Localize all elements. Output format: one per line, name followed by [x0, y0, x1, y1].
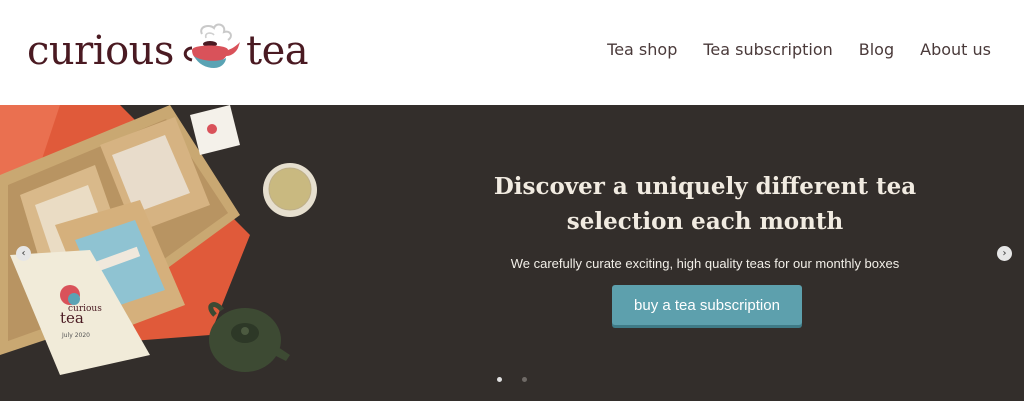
carousel-dot-1[interactable]: [497, 377, 502, 382]
logo-word-curious: curious: [27, 28, 174, 74]
teapot-icon: [183, 23, 240, 68]
packet-name-label: tea: [60, 309, 84, 327]
carousel-next-button[interactable]: ›: [997, 246, 1012, 261]
hero-heading: Discover a uniquely different tea select…: [470, 169, 940, 239]
chevron-right-icon: ›: [1002, 247, 1007, 259]
chevron-left-icon: ‹: [21, 247, 26, 259]
hero-product-photo: curious tea July 2020: [0, 105, 317, 375]
nav-tea-shop[interactable]: Tea shop: [607, 40, 677, 59]
site-header: curious tea Tea shop Tea subscription Bl…: [0, 0, 1024, 105]
carousel-dots: [497, 377, 527, 382]
hero-heading-line-1: Discover a uniquely different tea: [493, 173, 917, 200]
hero-carousel: curious tea July 2020 ‹ › Discover a uni…: [0, 105, 1024, 401]
carousel-prev-button[interactable]: ‹: [16, 246, 31, 261]
carousel-dot-2[interactable]: [522, 377, 527, 382]
hero-heading-line-2: selection each month: [566, 208, 844, 235]
buy-subscription-button[interactable]: buy a tea subscription: [612, 285, 802, 325]
nav-blog[interactable]: Blog: [859, 40, 894, 59]
logo-word-tea: tea: [246, 28, 309, 74]
packet-date-label: July 2020: [61, 332, 90, 339]
hero-subtitle: We carefully curate exciting, high quali…: [510, 256, 900, 271]
nav-about-us[interactable]: About us: [920, 40, 991, 59]
logo[interactable]: curious tea: [27, 18, 327, 78]
main-nav: Tea shop Tea subscription Blog About us: [607, 40, 991, 59]
nav-tea-subscription[interactable]: Tea subscription: [703, 40, 832, 59]
